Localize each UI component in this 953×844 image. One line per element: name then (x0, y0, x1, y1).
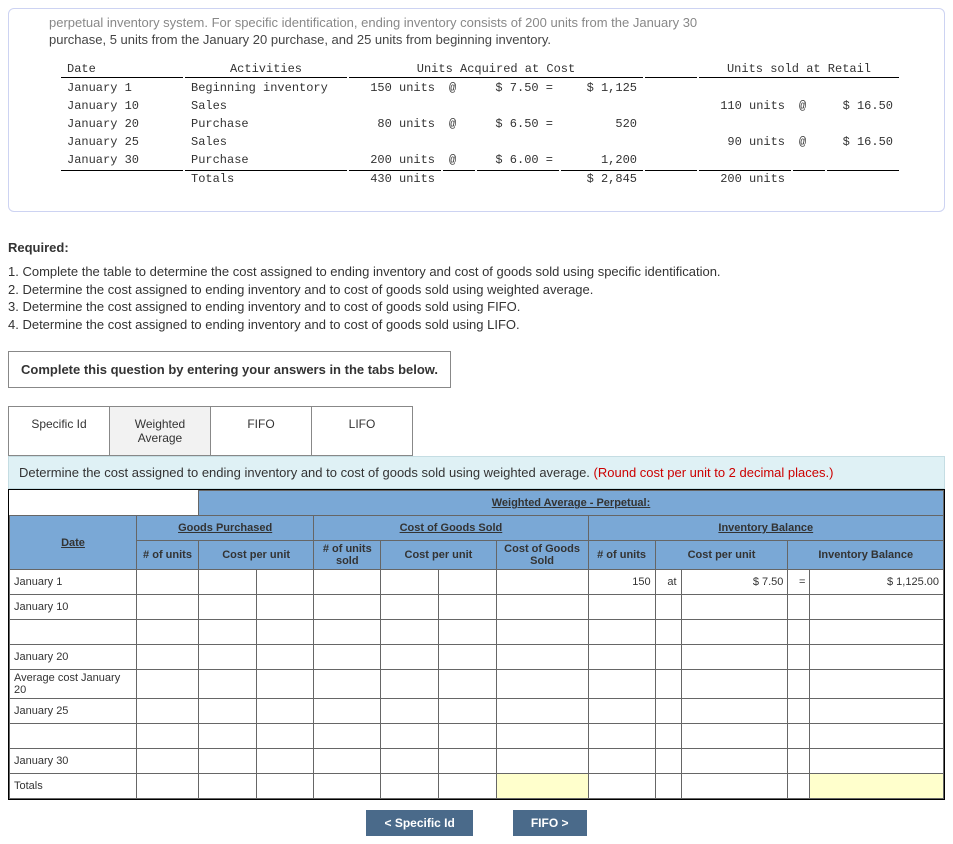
inventory-table: Date Activities Units Acquired at Cost U… (59, 59, 901, 189)
wa-date: January 10 (10, 595, 137, 620)
intro-line-2: purchase, 5 units from the January 20 pu… (49, 32, 944, 47)
wa-date (10, 620, 137, 645)
h-cogs-units: # of units sold (314, 541, 381, 570)
wa-date: January 1 (10, 570, 137, 595)
col-sold: Units sold at Retail (699, 61, 899, 78)
col-date: Date (61, 61, 183, 78)
next-button[interactable]: FIFO > (513, 810, 587, 836)
intro-line-1: perpetual inventory system. For specific… (49, 15, 944, 30)
h-date: Date (10, 516, 137, 570)
tab-fifo[interactable]: FIFO (210, 406, 312, 456)
col-acquired: Units Acquired at Cost (349, 61, 643, 78)
req-4: 4. Determine the cost assigned to ending… (8, 316, 945, 334)
weighted-avg-panel: Weighted Average - Perpetual: Date Goods… (8, 489, 945, 800)
wa-date (10, 724, 137, 749)
h-gp-units: # of units (137, 541, 199, 570)
prev-button[interactable]: < Specific Id (366, 810, 472, 836)
h-gp-cpu: Cost per unit (199, 541, 314, 570)
col-activities: Activities (185, 61, 347, 78)
req-3: 3. Determine the cost assigned to ending… (8, 298, 945, 316)
totals-units: 430 units (349, 170, 441, 187)
h-ib-total: Inventory Balance (788, 541, 944, 570)
wa-date: January 30 (10, 749, 137, 774)
nav-buttons: < Specific Id FIFO > (8, 810, 945, 836)
required-list: 1. Complete the table to determine the c… (8, 263, 945, 333)
tab-instruction: Determine the cost assigned to ending in… (8, 456, 945, 489)
h-ib-units: # of units (588, 541, 655, 570)
req-1: 1. Complete the table to determine the c… (8, 263, 945, 281)
wa-date: January 20 (10, 645, 137, 670)
totals-sold-units: 200 units (699, 170, 791, 187)
h-inv-balance: Inventory Balance (588, 516, 943, 541)
problem-card: perpetual inventory system. For specific… (8, 8, 945, 212)
h-cogs: Cost of Goods Sold (314, 516, 588, 541)
wa-title: Weighted Average - Perpetual: (199, 491, 944, 516)
weighted-avg-table: Weighted Average - Perpetual: Date Goods… (9, 490, 944, 799)
wa-date: Average cost January 20 (10, 670, 137, 699)
h-goods-purchased: Goods Purchased (137, 516, 314, 541)
tab-specific-id[interactable]: Specific Id (8, 406, 110, 456)
totals-label: Totals (185, 170, 347, 187)
complete-instruction: Complete this question by entering your … (8, 351, 451, 388)
tab-weighted-average[interactable]: WeightedAverage (109, 406, 211, 456)
required-heading: Required: (8, 240, 945, 255)
totals-ext: $ 2,845 (561, 170, 643, 187)
req-2: 2. Determine the cost assigned to ending… (8, 281, 945, 299)
tab-lifo[interactable]: LIFO (311, 406, 413, 456)
h-ib-cpu: Cost per unit (655, 541, 788, 570)
h-cogs-total: Cost of Goods Sold (496, 541, 588, 570)
wa-date: January 25 (10, 699, 137, 724)
h-cogs-cpu: Cost per unit (381, 541, 496, 570)
wa-date: Totals (10, 774, 137, 799)
method-tabs: Specific Id WeightedAverage FIFO LIFO (8, 406, 945, 456)
